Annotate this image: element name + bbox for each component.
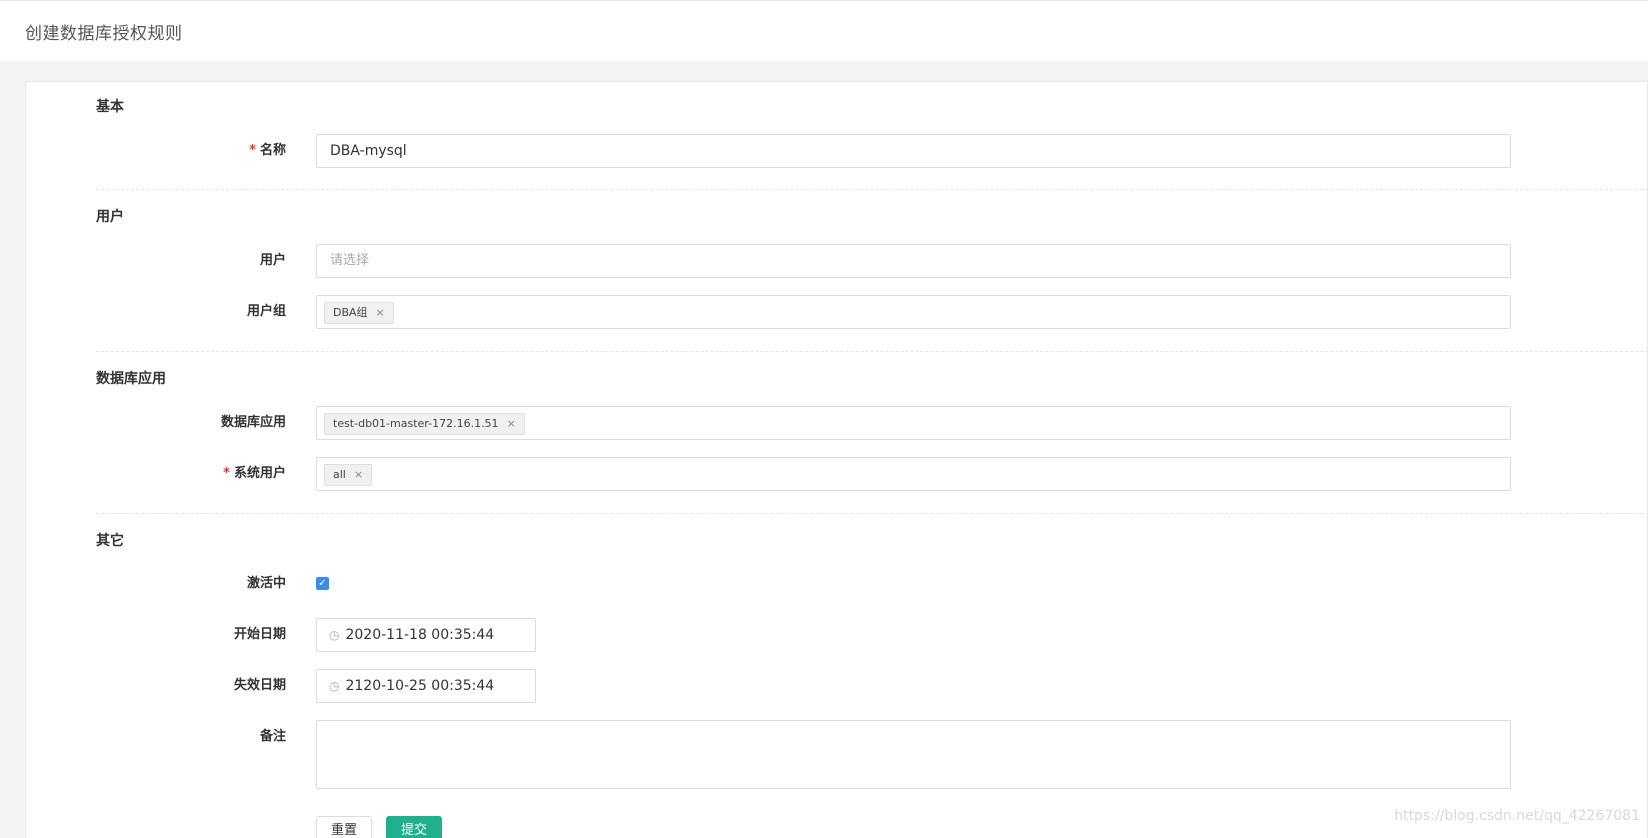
expire-date-label: 失效日期 bbox=[233, 678, 286, 693]
page-header: 创建数据库授权规则 bbox=[0, 0, 1648, 61]
section-title-basic: 基本 bbox=[96, 99, 124, 115]
section-title-other: 其它 bbox=[96, 533, 124, 549]
tag-remove-icon[interactable]: × bbox=[507, 417, 516, 430]
section-title-database: 数据库应用 bbox=[96, 371, 166, 387]
form-row-name: * 名称 DBA-mysql bbox=[0, 134, 1648, 168]
form-row-active: 激活中 ✓ bbox=[0, 567, 1648, 601]
reset-button[interactable]: 重置 bbox=[316, 816, 372, 838]
required-mark: * bbox=[249, 143, 256, 158]
clock-icon: ◷ bbox=[329, 628, 340, 642]
db-app-select[interactable]: test-db01-master-172.16.1.51 × bbox=[316, 406, 1511, 440]
remark-label: 备注 bbox=[259, 729, 286, 744]
remark-textarea[interactable] bbox=[316, 720, 1511, 789]
start-date-input[interactable]: ◷ 2020-11-18 00:35:44 bbox=[316, 618, 536, 652]
divider bbox=[96, 513, 1648, 514]
required-mark: * bbox=[223, 466, 230, 481]
divider bbox=[96, 351, 1648, 352]
form-row-system-user: * 系统用户 all × bbox=[0, 457, 1648, 491]
user-group-tag: DBA组 × bbox=[324, 302, 394, 324]
tag-remove-icon[interactable]: × bbox=[376, 306, 385, 319]
expire-date-input[interactable]: ◷ 2120-10-25 00:35:44 bbox=[316, 669, 536, 703]
tag-remove-icon[interactable]: × bbox=[354, 468, 363, 481]
name-input[interactable]: DBA-mysql bbox=[316, 134, 1511, 168]
system-user-label: * 系统用户 bbox=[223, 466, 286, 481]
form-row-db-app: 数据库应用 test-db01-master-172.16.1.51 × bbox=[0, 406, 1648, 440]
section-title-user: 用户 bbox=[96, 209, 124, 225]
form-row-start-date: 开始日期 ◷ 2020-11-18 00:35:44 bbox=[0, 618, 1648, 652]
form-row-expire-date: 失效日期 ◷ 2120-10-25 00:35:44 bbox=[0, 669, 1648, 703]
submit-button[interactable]: 提交 bbox=[386, 816, 442, 838]
start-date-label: 开始日期 bbox=[233, 627, 286, 642]
form-row-user-group: 用户组 DBA组 × bbox=[0, 295, 1648, 329]
active-label: 激活中 bbox=[246, 576, 286, 591]
form-row-user: 用户 请选择 bbox=[0, 244, 1648, 278]
page-title: 创建数据库授权规则 bbox=[25, 24, 183, 44]
form-row-remark: 备注 bbox=[0, 720, 1648, 789]
system-user-select[interactable]: all × bbox=[316, 457, 1511, 491]
user-label: 用户 bbox=[259, 253, 286, 268]
active-checkbox[interactable]: ✓ bbox=[316, 577, 329, 590]
clock-icon: ◷ bbox=[329, 679, 340, 693]
user-select[interactable]: 请选择 bbox=[316, 244, 1511, 278]
db-app-tag: test-db01-master-172.16.1.51 × bbox=[324, 413, 525, 435]
watermark: https://blog.csdn.net/qq_42267081 bbox=[1394, 808, 1640, 824]
divider bbox=[96, 189, 1648, 190]
user-group-select[interactable]: DBA组 × bbox=[316, 295, 1511, 329]
db-app-label: 数据库应用 bbox=[220, 415, 286, 430]
name-label: * 名称 bbox=[249, 143, 286, 158]
system-user-tag: all × bbox=[324, 464, 373, 486]
user-group-label: 用户组 bbox=[246, 304, 286, 319]
